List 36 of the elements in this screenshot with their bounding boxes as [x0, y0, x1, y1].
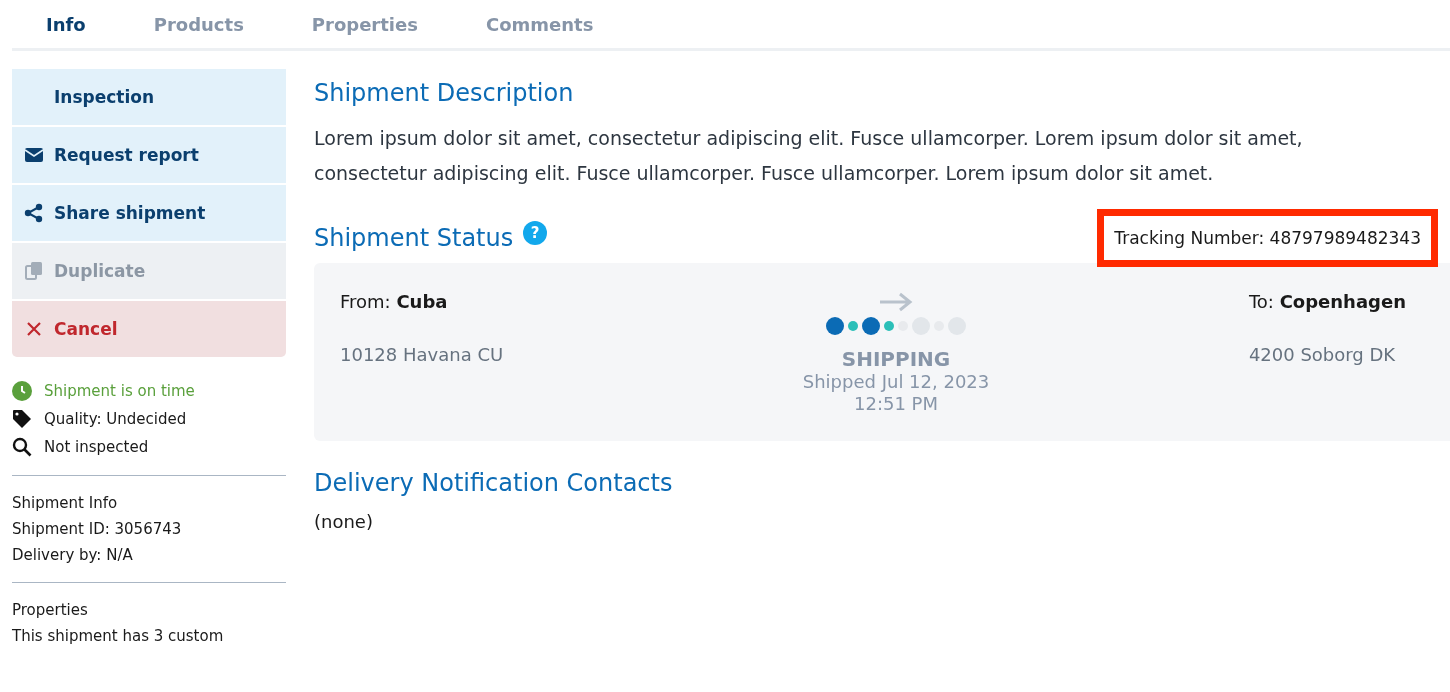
destination-address: 4200 Soborg DK [1248, 344, 1396, 365]
origin-text: From: Cuba [340, 291, 449, 312]
section-title: Shipment Description [314, 79, 575, 107]
shipped-time: 12:51 PM [854, 393, 938, 415]
status-text: Not inspected [44, 438, 149, 456]
tag-icon [12, 409, 32, 429]
arrow-icon [878, 291, 914, 313]
tab[interactable]: Properties [277, 13, 452, 35]
action-button[interactable]: Share shipment [12, 185, 286, 241]
action-button[interactable]: Inspection [12, 69, 286, 125]
info-text: This shipment has 3 custom [12, 627, 225, 645]
action-button[interactable]: Cancel [12, 301, 286, 357]
tab[interactable]: Info [12, 13, 120, 35]
copy-icon [24, 261, 44, 281]
info-text: Shipment Info [12, 494, 119, 512]
section-title: Shipment Status [314, 224, 514, 252]
envelope-icon [24, 145, 44, 165]
action-button[interactable]: Request report [12, 127, 286, 183]
origin-address: 10128 Havana CU [340, 344, 504, 365]
info-text: Shipment ID: 3056743 [12, 520, 183, 538]
info-text: Properties [12, 601, 89, 619]
tab[interactable]: Comments [451, 13, 628, 35]
shipped-date: Shipped Jul 12, 2023 [802, 371, 990, 393]
search-icon [12, 437, 32, 457]
destination-text: To: Copenhagen [1248, 291, 1406, 312]
contacts-text: (none) [314, 511, 373, 532]
share-icon [24, 203, 44, 223]
status-text: Shipment is on time [44, 382, 195, 400]
tracking-number: Tracking Number: 48797989482343 [1097, 209, 1438, 267]
shipment-state: SHIPPING [841, 347, 951, 371]
section-title: Delivery Notification Contacts [314, 469, 674, 497]
status-text: Quality: Undecided [44, 410, 187, 428]
help-icon[interactable]: ? [523, 221, 548, 245]
description-text: Lorem ipsum dolor sit amet, consectetur adipiscing elit. Fusce ullamcorper. Lorem ipsum dolor sit amet, consectetur adipiscing elit. Fusce ullamcorper. Fusce ullamcorper. Lorem ipsum dolor sit amet. [314, 126, 1304, 186]
tab[interactable]: Products [119, 13, 278, 35]
info-text: Delivery by: N/A [12, 546, 134, 564]
